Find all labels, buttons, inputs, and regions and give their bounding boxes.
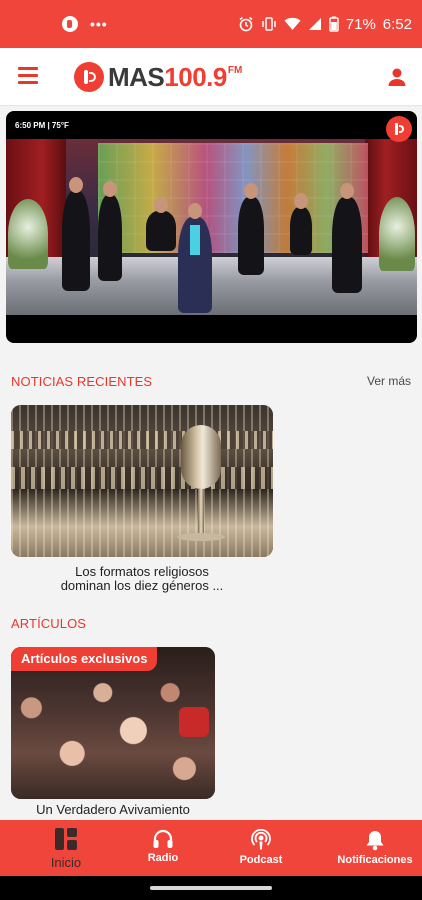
nav-item-radio[interactable]: Radio (132, 820, 194, 876)
news-card-caption-line1[interactable]: Los formatos religiosos (11, 565, 273, 579)
profile-icon[interactable] (386, 66, 408, 88)
app-logo: MAS100.9 FM (74, 61, 242, 93)
logo-text: MAS100.9 (108, 62, 227, 93)
app-header: MAS100.9 FM (0, 48, 422, 106)
nav-item-podcast[interactable]: Podcast (194, 820, 328, 876)
podcast-icon (251, 829, 271, 850)
home-gesture-handle[interactable] (150, 886, 272, 890)
home-icon (55, 828, 77, 850)
status-bar: ••• 71% 6:52 (0, 0, 422, 48)
video-time-temp-overlay: 6:50 PM | 75°F (10, 119, 74, 132)
menu-icon[interactable] (18, 67, 38, 85)
articles-section-title: ARTÍCULOS (11, 616, 87, 631)
headphones-icon (153, 829, 173, 848)
more-notifications-indicator: ••• (90, 16, 108, 32)
status-bar-right: 71% 6:52 (238, 16, 412, 33)
logo-mas: MAS (108, 61, 165, 92)
nav-item-notificaciones[interactable]: Notificaciones (328, 820, 422, 876)
see-more-link[interactable]: Ver más (367, 374, 411, 388)
status-time: 6:52 (382, 15, 412, 33)
article-card[interactable]: Artículos exclusivos (11, 647, 215, 799)
article-badge: Artículos exclusivos (11, 647, 158, 671)
nav-label-inicio: Inicio (50, 855, 82, 870)
logo-mark-icon (74, 62, 104, 92)
alarm-icon (239, 16, 253, 32)
news-section-title: NOTICIAS RECIENTES (11, 374, 153, 389)
live-video-player[interactable]: 6:50 PM | 75°F (6, 111, 417, 343)
app-notification-icon (62, 16, 78, 32)
nav-item-inicio[interactable]: Inicio (0, 820, 132, 876)
nav-label-podcast: Podcast (239, 854, 283, 866)
news-card[interactable] (11, 405, 273, 557)
bottom-navigation: Inicio Radio Podcast Notificaciones (0, 820, 422, 876)
article-card-caption[interactable]: Un Verdadero Avivamiento (11, 802, 215, 817)
battery-percent: 71% (345, 15, 376, 33)
nav-label-notificaciones: Notificaciones (337, 854, 413, 866)
video-frame (6, 139, 417, 315)
nav-label-radio: Radio (147, 852, 179, 864)
bell-icon (366, 831, 384, 851)
live-badge-icon (386, 116, 412, 142)
battery-icon (329, 16, 339, 32)
system-gesture-bar (0, 876, 422, 900)
signal-icon (308, 18, 321, 30)
logo-number: 100.9 (164, 61, 227, 92)
vibrate-icon (262, 17, 276, 31)
status-bar-left: ••• (62, 16, 108, 32)
wifi-icon (284, 17, 301, 30)
logo-fm: FM (227, 65, 243, 76)
news-card-caption-line2[interactable]: dominan los diez géneros ... (11, 579, 273, 593)
